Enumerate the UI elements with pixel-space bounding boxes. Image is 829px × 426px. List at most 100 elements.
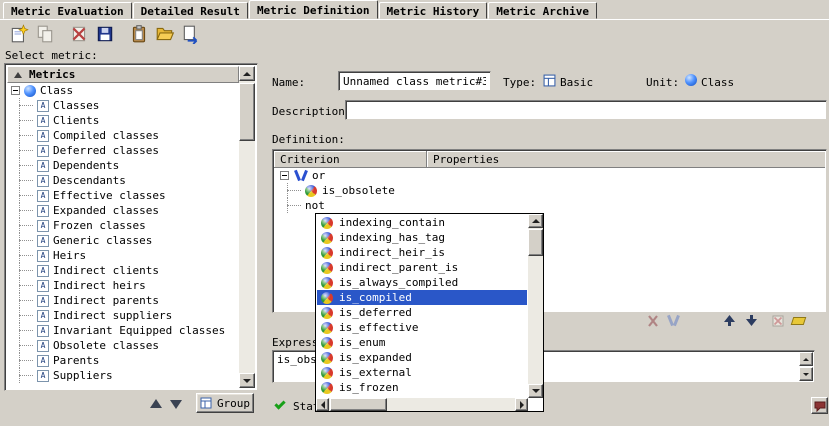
metrics-column-header[interactable]: Metrics — [7, 66, 239, 83]
tab-metric-definition[interactable]: Metric Definition — [249, 0, 378, 19]
dropdown-item[interactable]: is_always_compiled — [317, 275, 527, 290]
dropdown-item-label: is_effective — [339, 321, 418, 334]
tree-connector — [15, 323, 37, 338]
scroll-left-button[interactable] — [316, 398, 329, 411]
dropdown-item[interactable]: is_enum — [317, 335, 527, 350]
tree-item[interactable]: Indirect clients — [7, 263, 239, 278]
select-metric-label: Select metric: — [5, 49, 98, 62]
dropdown-horizontal-scrollbar[interactable] — [316, 398, 528, 411]
tree-root-class[interactable]: Class — [7, 83, 239, 98]
scroll-up-button[interactable] — [239, 66, 255, 81]
move-criterion-up-button[interactable] — [720, 312, 738, 329]
erase-criterion-button[interactable] — [789, 312, 807, 329]
tree-item[interactable]: Expanded classes — [7, 203, 239, 218]
tree-item[interactable]: Indirect suppliers — [7, 308, 239, 323]
dropdown-vertical-scrollbar[interactable] — [528, 214, 543, 398]
metrics-header-label: Metrics — [29, 68, 75, 81]
tree-item[interactable]: Invariant Equipped classes — [7, 323, 239, 338]
move-metric-down-button[interactable] — [170, 400, 182, 409]
tab-metric-evaluation[interactable]: Metric Evaluation — [3, 2, 132, 19]
paste-metric-button[interactable] — [126, 21, 152, 46]
tree-item[interactable]: Parents — [7, 353, 239, 368]
tree-item[interactable]: Dependents — [7, 158, 239, 173]
comment-button[interactable] — [811, 397, 828, 414]
scroll-down-button[interactable] — [528, 384, 543, 398]
scrollbar-thumb[interactable] — [239, 83, 255, 141]
dropdown-item[interactable]: indexing_has_tag — [317, 230, 527, 245]
copy-metric-icon — [35, 24, 55, 44]
metric-name-input[interactable] — [338, 71, 491, 91]
tree-item-label: Classes — [53, 99, 99, 112]
dropdown-item[interactable]: indexing_contain — [317, 215, 527, 230]
tree-item[interactable]: Effective classes — [7, 188, 239, 203]
criterion-icon — [321, 367, 333, 379]
unit-label: Unit: — [646, 76, 679, 89]
scroll-down-button[interactable] — [239, 373, 255, 388]
tab-detailed-result[interactable]: Detailed Result — [133, 2, 248, 19]
move-criterion-down-button[interactable] — [742, 312, 760, 329]
tree-connector — [15, 308, 37, 323]
tree-connector — [15, 173, 37, 188]
tree-item[interactable]: Compiled classes — [7, 128, 239, 143]
new-metric-button[interactable] — [6, 21, 32, 46]
tree-item[interactable]: Heirs — [7, 248, 239, 263]
open-metric-file-button[interactable] — [152, 21, 178, 46]
export-metric-button[interactable] — [178, 21, 204, 46]
tree-item[interactable]: Indirect parents — [7, 293, 239, 308]
expression-scroll-down-button[interactable] — [799, 367, 813, 381]
dropdown-item[interactable]: is_expanded — [317, 350, 527, 365]
scroll-right-button[interactable] — [515, 398, 528, 411]
arrow-down-icon — [745, 314, 758, 327]
criterion-icon — [321, 217, 333, 229]
replace-with-or-button[interactable] — [664, 312, 682, 329]
tree-connector — [15, 113, 37, 128]
tree-item[interactable]: Clients — [7, 113, 239, 128]
criterion-row-not[interactable]: not — [275, 198, 824, 213]
metric-tree: Class Classes Clients Compiled classes D… — [7, 83, 239, 388]
metric-toolbar — [6, 21, 204, 46]
delete-criterion-button[interactable] — [769, 312, 787, 329]
delete-metric-button[interactable] — [66, 21, 92, 46]
scrollbar-thumb[interactable] — [330, 398, 387, 411]
criterion-row-is-obsolete[interactable]: is_obsolete — [275, 183, 824, 198]
tab-metric-archive[interactable]: Metric Archive — [488, 2, 597, 19]
dropdown-item[interactable]: is_deferred — [317, 305, 527, 320]
tree-item[interactable]: Frozen classes — [7, 218, 239, 233]
dropdown-item[interactable]: indirect_heir_is — [317, 245, 527, 260]
tree-item[interactable]: Indirect heirs — [7, 278, 239, 293]
dropdown-item-label: indirect_parent_is — [339, 261, 458, 274]
tree-connector — [283, 198, 305, 213]
tree-item[interactable]: Obsolete classes — [7, 338, 239, 353]
criterion-row-or[interactable]: or — [275, 168, 824, 183]
tree-item-label: Expanded classes — [53, 204, 159, 217]
scrollbar-thumb[interactable] — [528, 229, 543, 256]
replace-with-and-button[interactable] — [644, 312, 662, 329]
group-toggle-button[interactable]: Group — [196, 393, 254, 413]
criterion-column-header[interactable]: Criterion — [274, 151, 427, 168]
tree-item[interactable]: Generic classes — [7, 233, 239, 248]
dropdown-item[interactable]: is_frozen — [317, 380, 527, 395]
save-metric-button[interactable] — [92, 21, 118, 46]
expression-scroll-up-button[interactable] — [799, 352, 813, 366]
scroll-up-button[interactable] — [528, 214, 543, 228]
properties-column-header[interactable]: Properties — [427, 151, 825, 168]
collapse-icon[interactable] — [280, 171, 289, 180]
dropdown-item-label: is generic — [339, 396, 405, 397]
tree-item[interactable]: Classes — [7, 98, 239, 113]
tree-item[interactable]: Suppliers — [7, 368, 239, 383]
tree-scrollbar[interactable] — [239, 66, 255, 388]
tree-item[interactable]: Deferred classes — [7, 143, 239, 158]
dropdown-item[interactable]: indirect_parent_is — [317, 260, 527, 275]
name-label: Name: — [272, 76, 305, 89]
tab-metric-history[interactable]: Metric History — [379, 2, 488, 19]
dropdown-item[interactable]: is generic — [317, 395, 527, 397]
tree-item[interactable]: Descendants — [7, 173, 239, 188]
move-metric-up-button[interactable] — [150, 399, 162, 408]
dropdown-item[interactable]: is_external — [317, 365, 527, 380]
description-input[interactable] — [345, 100, 827, 120]
collapse-icon[interactable] — [11, 86, 20, 95]
dropdown-item[interactable]: is_effective — [317, 320, 527, 335]
tree-connector — [15, 158, 37, 173]
dropdown-item-selected[interactable]: is_compiled — [317, 290, 527, 305]
copy-metric-button[interactable] — [32, 21, 58, 46]
